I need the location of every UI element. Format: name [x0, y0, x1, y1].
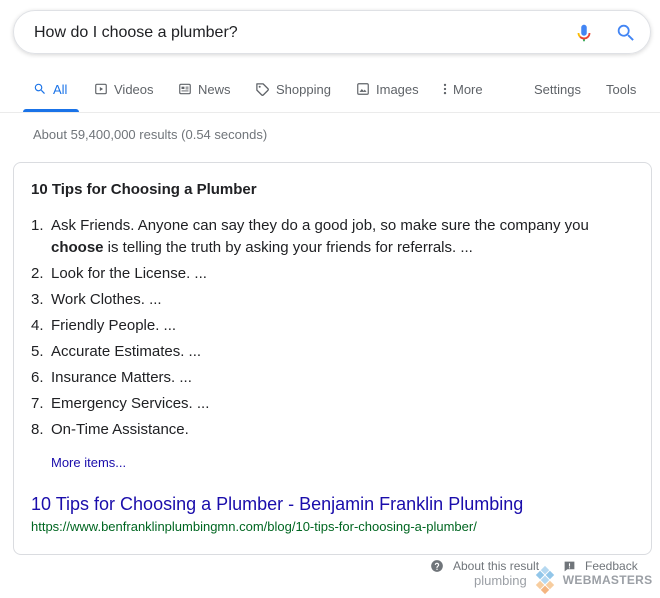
list-item: 6. Insurance Matters. ...: [31, 367, 631, 389]
list-item-text: Ask Friends. Anyone can say they do a go…: [51, 217, 589, 234]
list-item-text: Insurance Matters. ...: [51, 369, 192, 386]
list-item: 7. Emergency Services. ...: [31, 393, 631, 415]
image-icon: [357, 83, 369, 95]
search-bar: [13, 10, 651, 54]
tabs-divider: [0, 112, 660, 113]
list-item-number: 5.: [31, 343, 44, 360]
list-item-text: Friendly People. ...: [51, 317, 177, 334]
list-item-number: 3.: [31, 291, 44, 308]
watermark-plumbing-text: plumbing: [474, 572, 527, 588]
tab-label: Videos: [114, 81, 154, 97]
list-item: 4. Friendly People. ...: [31, 315, 631, 337]
tab-label: More: [453, 81, 483, 97]
tab-label: All: [53, 81, 68, 97]
snippet-title: 10 Tips for Choosing a Plumber: [31, 181, 257, 198]
help-icon: [431, 560, 443, 572]
list-item: 1. Ask Friends. Anyone can say they do a…: [31, 215, 631, 259]
list-item-text: Emergency Services. ...: [51, 395, 210, 412]
settings-link[interactable]: Settings: [534, 66, 581, 112]
list-item-bold: choose: [51, 239, 104, 256]
watermark-webmasters-text: WEBMASTERS: [562, 573, 653, 587]
search-icon[interactable]: [615, 22, 637, 44]
list-item: 3. Work Clothes. ...: [31, 289, 631, 311]
tab-label: Shopping: [276, 81, 331, 97]
tab-label: Images: [376, 81, 419, 97]
tag-icon: [256, 82, 269, 96]
tools-label: Tools: [606, 81, 637, 97]
tab-more[interactable]: More: [441, 66, 483, 112]
snippet-list: 1. Ask Friends. Anyone can say they do a…: [31, 215, 631, 445]
tab-images[interactable]: Images: [356, 66, 419, 112]
list-item: 8. On-Time Assistance.: [31, 419, 631, 441]
tools-link[interactable]: Tools: [606, 66, 636, 112]
list-item: 5. Accurate Estimates. ...: [31, 341, 631, 363]
list-item-text: is telling the truth by asking your frie…: [103, 239, 473, 256]
more-vert-icon: [443, 83, 447, 95]
tab-news[interactable]: News: [178, 66, 231, 112]
list-item-number: 4.: [31, 317, 44, 334]
featured-snippet: 10 Tips for Choosing a Plumber 1. Ask Fr…: [13, 162, 652, 555]
list-item-text: Accurate Estimates. ...: [51, 343, 202, 360]
list-item-number: 2.: [31, 265, 44, 282]
list-item-number: 1.: [31, 217, 44, 234]
plumbing-webmasters-watermark: plumbing WEBMASTERS: [474, 565, 652, 595]
tab-all[interactable]: All: [33, 66, 67, 112]
result-stats: About 59,400,000 results (0.54 seconds): [33, 127, 268, 142]
list-item: 2. Look for the License. ...: [31, 263, 631, 285]
list-item-text: Look for the License. ...: [51, 265, 207, 282]
tab-label: News: [198, 81, 231, 97]
search-icon: [34, 83, 45, 94]
list-item-number: 8.: [31, 421, 44, 438]
list-item-text: On-Time Assistance.: [51, 421, 189, 438]
list-item-number: 7.: [31, 395, 44, 412]
mic-icon[interactable]: [573, 22, 595, 44]
search-input[interactable]: [34, 22, 534, 44]
tab-shopping[interactable]: Shopping: [255, 66, 331, 112]
more-items-link[interactable]: More items...: [51, 455, 126, 470]
list-item-text: Work Clothes. ...: [51, 291, 162, 308]
result-title-link[interactable]: 10 Tips for Choosing a Plumber - Benjami…: [31, 494, 523, 515]
search-tabs: All Videos News Shopping Images More Set…: [0, 66, 660, 112]
newspaper-icon: [179, 83, 191, 95]
settings-label: Settings: [534, 81, 581, 97]
webmasters-logo-icon: [535, 565, 554, 595]
tab-videos[interactable]: Videos: [94, 66, 154, 112]
play-icon: [95, 83, 107, 95]
list-item-number: 6.: [31, 369, 44, 386]
result-url: https://www.benfranklinplumbingmn.com/bl…: [31, 519, 477, 534]
